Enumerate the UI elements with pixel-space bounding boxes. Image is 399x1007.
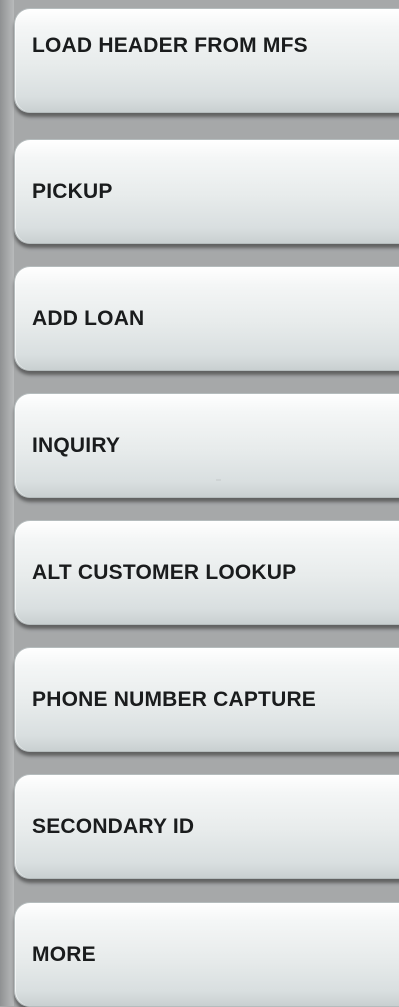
menu-button-label: ADD LOAN — [32, 306, 145, 330]
more-button[interactable]: MORE — [14, 902, 399, 1007]
menu-button-label: MORE — [32, 942, 96, 966]
side-menu-panel: LOAD HEADER FROM MFS PICKUP ADD LOAN INQ… — [0, 0, 399, 1007]
alt-customer-lookup-button[interactable]: ALT CUSTOMER LOOKUP — [14, 520, 399, 625]
inquiry-button[interactable]: INQUIRY — [14, 393, 399, 498]
add-loan-button[interactable]: ADD LOAN — [14, 266, 399, 371]
pickup-button[interactable]: PICKUP — [14, 139, 399, 244]
button-speck — [216, 479, 221, 481]
menu-button-label: PICKUP — [32, 179, 113, 203]
menu-button-label: INQUIRY — [32, 433, 121, 457]
menu-button-label: SECONDARY ID — [32, 814, 195, 838]
menu-button-label: PHONE NUMBER CAPTURE — [32, 687, 317, 711]
menu-button-label: ALT CUSTOMER LOOKUP — [32, 560, 297, 584]
menu-button-label: LOAD HEADER FROM MFS — [32, 34, 308, 57]
load-header-from-mfs-button[interactable]: LOAD HEADER FROM MFS — [14, 8, 399, 113]
secondary-id-button[interactable]: SECONDARY ID — [14, 774, 399, 879]
left-rail — [0, 0, 14, 1006]
phone-number-capture-button[interactable]: PHONE NUMBER CAPTURE — [14, 647, 399, 752]
